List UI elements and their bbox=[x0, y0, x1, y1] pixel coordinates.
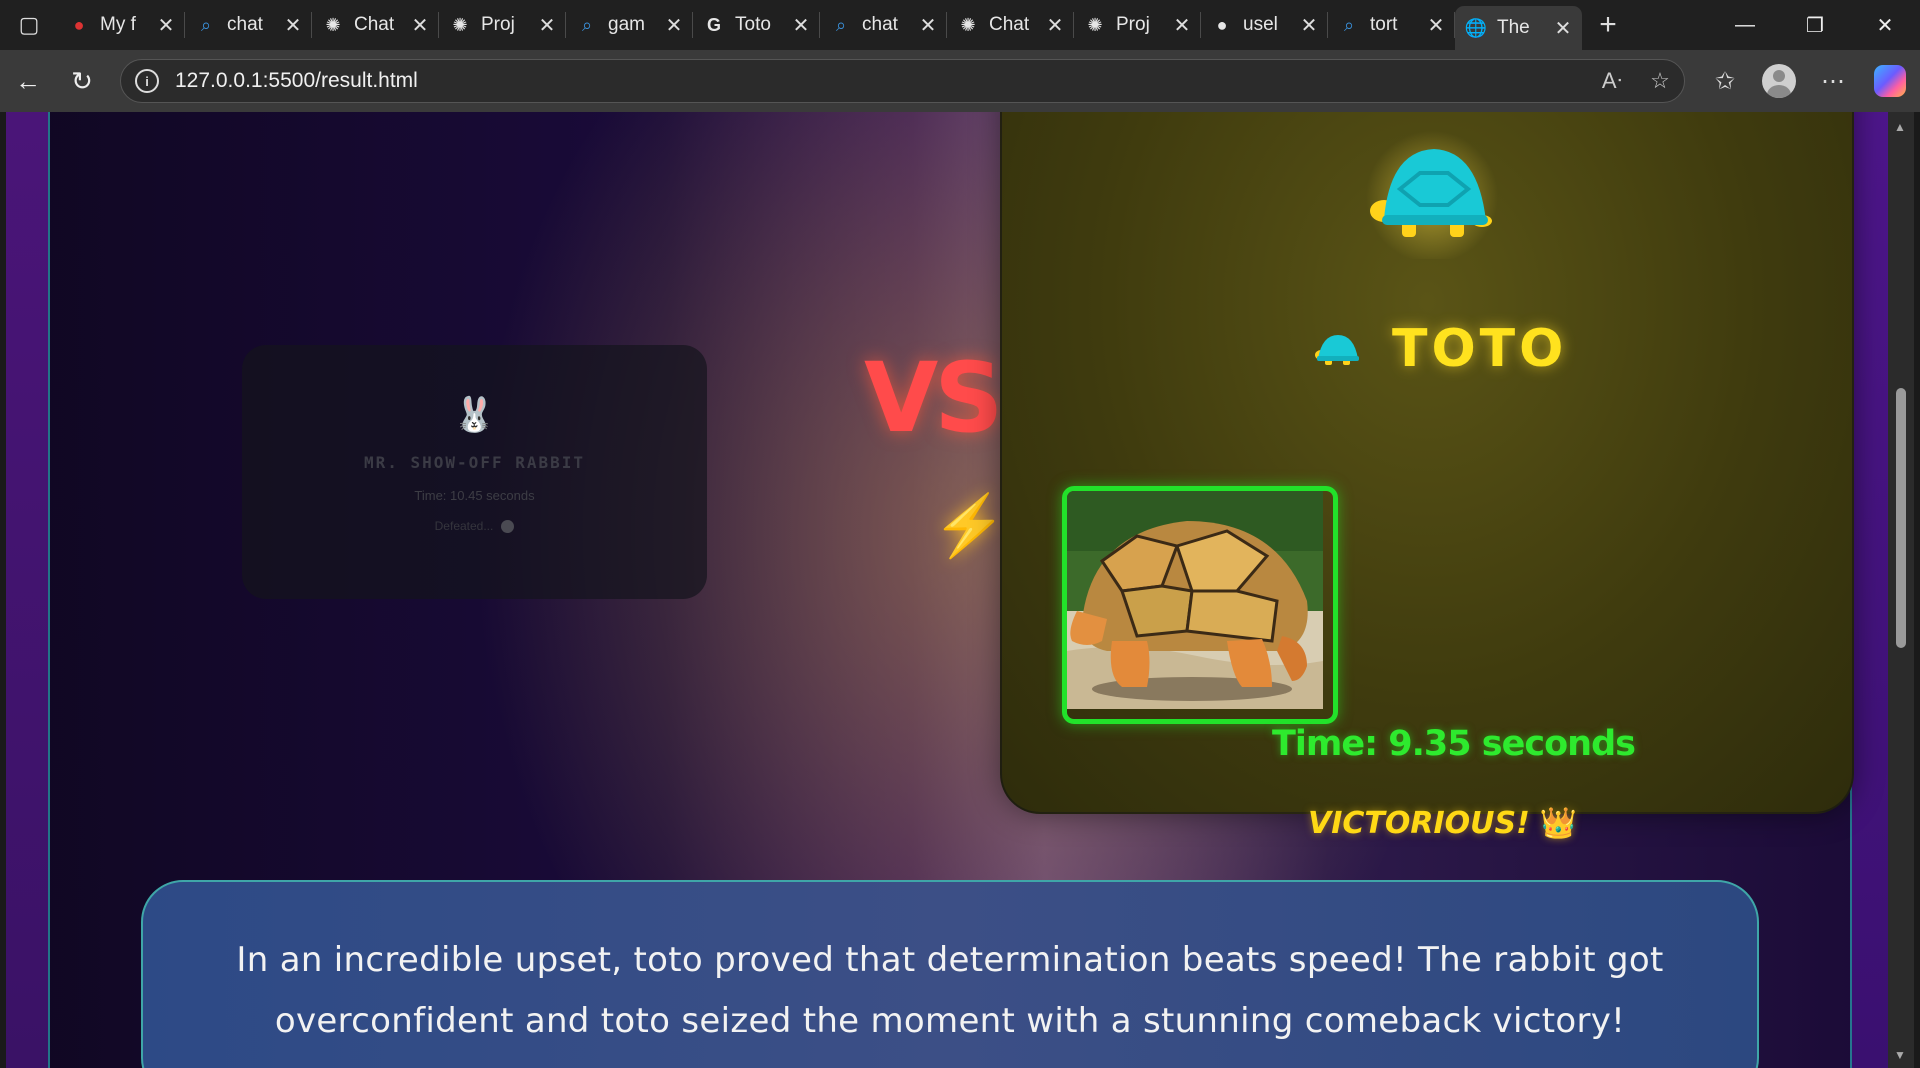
browser-tab[interactable]: ✺ Chat ✕ bbox=[312, 0, 439, 50]
favorites-icon[interactable]: ✩ bbox=[1698, 67, 1752, 96]
left-border-line bbox=[48, 112, 50, 1068]
tab-title: gam bbox=[608, 14, 645, 35]
dot-icon bbox=[501, 520, 515, 534]
page-viewport: 🐰 MR. SHOW-OFF RABBIT Time: 10.45 second… bbox=[6, 112, 1894, 1068]
close-tab-icon[interactable]: ✕ bbox=[1171, 13, 1193, 38]
tab-title: Toto bbox=[735, 14, 771, 35]
winner-status-text: VICTORIOUS! bbox=[1308, 806, 1530, 841]
close-tab-icon[interactable]: ✕ bbox=[1552, 16, 1574, 41]
winner-status: VICTORIOUS! 👑 bbox=[1308, 806, 1577, 841]
loser-status-text: Defeated... bbox=[434, 519, 494, 533]
browser-tab-active[interactable]: 🌐 The ✕ bbox=[1455, 6, 1582, 50]
toolbar-icons: ✩ ⋯ bbox=[1698, 50, 1920, 112]
tab-title: The bbox=[1497, 17, 1530, 38]
tab-title: Chat bbox=[354, 14, 395, 35]
url-text[interactable]: 127.0.0.1:5500/result.html bbox=[175, 69, 1588, 93]
close-tab-icon[interactable]: ✕ bbox=[790, 13, 812, 38]
rabbit-icon: 🐰 bbox=[453, 396, 496, 434]
tab-title: chat bbox=[862, 14, 898, 35]
window-controls: — ❐ ✕ bbox=[1710, 0, 1920, 50]
close-tab-icon[interactable]: ✕ bbox=[155, 13, 177, 38]
tab-title: usel bbox=[1243, 14, 1278, 35]
openai-icon: ✺ bbox=[452, 14, 468, 35]
winner-title-row: TOTO bbox=[1312, 319, 1567, 379]
close-tab-icon[interactable]: ✕ bbox=[663, 13, 685, 38]
story-panel: In an incredible upset, toto proved that… bbox=[141, 880, 1759, 1068]
scrollbar-thumb[interactable] bbox=[1896, 388, 1906, 648]
favorite-star-icon[interactable]: ☆ bbox=[1636, 68, 1684, 94]
left-border-strip bbox=[6, 112, 48, 1068]
address-toolbar: ← ↻ i 127.0.0.1:5500/result.html Aᐧ ☆ ✩ … bbox=[0, 50, 1920, 112]
search-icon: ⌕ bbox=[835, 14, 847, 35]
chat-bubble-icon: ● bbox=[73, 14, 85, 35]
lightning-bolt-icon: ⚡ bbox=[932, 492, 1007, 559]
winner-card: TOTO Time: 9.35 seconds VICTORIOUS! 👑 bbox=[1000, 112, 1854, 841]
profile-avatar-icon[interactable] bbox=[1762, 64, 1796, 98]
search-icon: ⌕ bbox=[581, 14, 593, 35]
crown-icon: 👑 bbox=[1539, 806, 1578, 841]
back-icon[interactable]: ← bbox=[0, 66, 56, 97]
close-tab-icon[interactable]: ✕ bbox=[1044, 13, 1066, 38]
tab-strip: ▢ ● My f ✕ ⌕ chat ✕ ✺ Chat ✕ ✺ Proj ✕ ⌕ gam ✕ G Tot… bbox=[0, 0, 1920, 50]
search-icon: ⌕ bbox=[1343, 14, 1355, 35]
winner-time: Time: 9.35 seconds bbox=[1272, 724, 1636, 764]
browser-tab[interactable]: ● My f ✕ bbox=[58, 0, 185, 50]
browser-tab[interactable]: ● usel ✕ bbox=[1201, 0, 1328, 50]
loser-status: Defeated... bbox=[242, 519, 707, 534]
minimize-icon[interactable]: — bbox=[1710, 0, 1780, 50]
site-info-icon[interactable]: i bbox=[135, 69, 159, 93]
story-text: In an incredible upset, toto proved that… bbox=[236, 940, 1664, 1041]
close-tab-icon[interactable]: ✕ bbox=[1425, 13, 1447, 38]
loser-name: MR. SHOW-OFF RABBIT bbox=[363, 453, 586, 472]
loser-card: 🐰 MR. SHOW-OFF RABBIT Time: 10.45 second… bbox=[242, 345, 707, 599]
tortoise-photo bbox=[1062, 486, 1338, 724]
page-scrollbar[interactable]: ▲ ▼ bbox=[1888, 112, 1914, 1068]
tortoise-image bbox=[1067, 491, 1323, 709]
tab-title: My f bbox=[100, 14, 136, 35]
browser-tab[interactable]: ⌕ gam ✕ bbox=[566, 0, 693, 50]
github-icon: ● bbox=[1216, 14, 1228, 35]
close-tab-icon[interactable]: ✕ bbox=[282, 13, 304, 38]
read-aloud-icon[interactable]: Aᐧ bbox=[1588, 68, 1636, 94]
address-bar[interactable]: i 127.0.0.1:5500/result.html Aᐧ ☆ bbox=[120, 59, 1685, 103]
tab-actions-icon[interactable]: ▢ bbox=[0, 0, 58, 50]
copilot-icon[interactable] bbox=[1874, 65, 1906, 97]
browser-tab[interactable]: ✺ Proj ✕ bbox=[1074, 0, 1201, 50]
browser-tab[interactable]: ⌕ chat ✕ bbox=[820, 0, 947, 50]
search-icon: ⌕ bbox=[200, 14, 212, 35]
openai-icon: ✺ bbox=[1087, 14, 1103, 35]
browser-tab[interactable]: ⌕ tort ✕ bbox=[1328, 0, 1455, 50]
vs-label: VS bbox=[864, 342, 1003, 454]
turtle-small-icon bbox=[1315, 335, 1359, 365]
close-tab-icon[interactable]: ✕ bbox=[409, 13, 431, 38]
browser-tab[interactable]: ⌕ chat ✕ bbox=[185, 0, 312, 50]
tab-title: Chat bbox=[989, 14, 1030, 35]
turtle-icon bbox=[1366, 131, 1498, 259]
restore-icon[interactable]: ❐ bbox=[1780, 0, 1850, 50]
browser-tab[interactable]: ✺ Proj ✕ bbox=[439, 0, 566, 50]
tab-title: Proj bbox=[481, 14, 515, 35]
browser-tab[interactable]: G Toto ✕ bbox=[693, 0, 820, 50]
google-icon: G bbox=[706, 14, 721, 35]
new-tab-button[interactable]: + bbox=[1582, 8, 1634, 42]
reload-icon[interactable]: ↻ bbox=[54, 66, 110, 97]
scroll-down-icon[interactable]: ▼ bbox=[1894, 1048, 1906, 1062]
close-window-icon[interactable]: ✕ bbox=[1850, 0, 1920, 50]
winner-name: TOTO bbox=[1392, 319, 1568, 379]
openai-icon: ✺ bbox=[960, 14, 976, 35]
loser-time: Time: 10.45 seconds bbox=[414, 488, 535, 503]
close-tab-icon[interactable]: ✕ bbox=[917, 13, 939, 38]
tab-title: chat bbox=[227, 14, 263, 35]
tab-title: Proj bbox=[1116, 14, 1150, 35]
tab-title: tort bbox=[1370, 14, 1398, 35]
openai-icon: ✺ bbox=[325, 14, 341, 35]
globe-icon: 🌐 bbox=[1464, 17, 1488, 38]
close-tab-icon[interactable]: ✕ bbox=[1298, 13, 1320, 38]
close-tab-icon[interactable]: ✕ bbox=[536, 13, 558, 38]
more-menu-icon[interactable]: ⋯ bbox=[1806, 67, 1860, 96]
browser-tab[interactable]: ✺ Chat ✕ bbox=[947, 0, 1074, 50]
scroll-up-icon[interactable]: ▲ bbox=[1894, 120, 1906, 134]
